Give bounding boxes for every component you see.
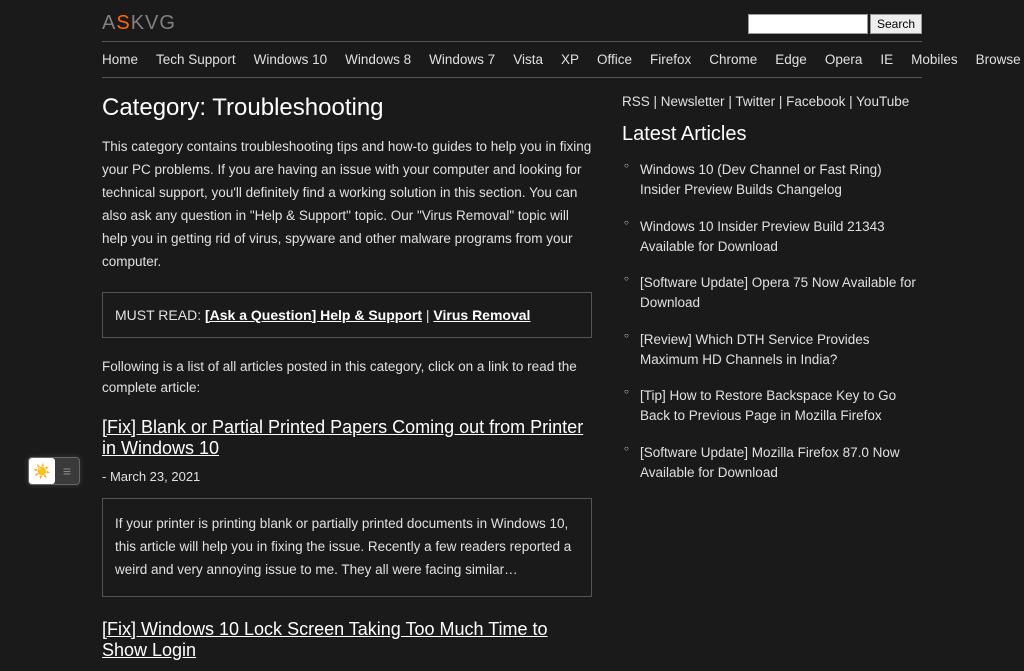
list-item: [Software Update] Opera 75 Now Available… — [622, 273, 922, 314]
nav-item[interactable]: Chrome — [709, 52, 757, 67]
latest-link[interactable]: [Software Update] Opera 75 Now Available… — [640, 275, 916, 310]
latest-list: Windows 10 (Dev Channel or Fast Ring) In… — [622, 160, 922, 483]
article-title: [Fix] Windows 10 Lock Screen Taking Too … — [102, 619, 592, 661]
latest-link[interactable]: [Tip] How to Restore Backspace Key to Go… — [640, 388, 896, 423]
article-excerpt: If your printer is printing blank or par… — [102, 498, 592, 597]
nav-item[interactable]: Mobiles — [911, 52, 958, 67]
feed-link[interactable]: YouTube — [856, 94, 909, 109]
list-item: Windows 10 Insider Preview Build 21343 A… — [622, 217, 922, 258]
nav-item[interactable]: XP — [561, 52, 579, 67]
latest-link[interactable]: [Software Update] Mozilla Firefox 87.0 N… — [640, 445, 900, 480]
nav-item[interactable]: Home — [102, 52, 138, 67]
must-read-label: MUST READ: — [115, 307, 205, 323]
feed-link[interactable]: Newsletter — [661, 94, 725, 109]
list-item: [Software Update] Mozilla Firefox 87.0 N… — [622, 443, 922, 484]
article-date: - March 23, 2021 — [102, 469, 592, 484]
nav-item[interactable]: Edge — [775, 52, 807, 67]
feed-links: RSS | Newsletter | Twitter | Facebook | … — [622, 94, 922, 109]
menu-icon: ≡ — [55, 463, 79, 479]
site-logo[interactable]: ASKVG — [102, 12, 176, 35]
latest-link[interactable]: Windows 10 Insider Preview Build 21343 A… — [640, 219, 885, 254]
nav-item[interactable]: Tech Support — [156, 52, 236, 67]
article-title: [Fix] Blank or Partial Printed Papers Co… — [102, 417, 592, 459]
nav-item[interactable]: Vista — [513, 52, 543, 67]
logo-letter: KVG — [131, 12, 176, 34]
latest-heading: Latest Articles — [622, 123, 922, 146]
feed-link[interactable]: Facebook — [786, 94, 845, 109]
main-nav: Home Tech Support Windows 10 Windows 8 Windo… — [102, 41, 922, 78]
nav-item[interactable]: IE — [880, 52, 893, 67]
virus-removal-link[interactable]: Virus Removal — [433, 307, 530, 323]
latest-link[interactable]: Windows 10 (Dev Channel or Fast Ring) In… — [640, 162, 882, 197]
nav-item[interactable]: Office — [597, 52, 632, 67]
theme-toggle[interactable]: ☀️ ≡ — [28, 457, 80, 485]
nav-item[interactable]: Opera — [825, 52, 863, 67]
page-title: Category: Troubleshooting — [102, 94, 592, 122]
search-form: Search — [748, 14, 922, 34]
nav-item[interactable]: Windows 10 — [254, 52, 328, 67]
list-item: [Review] Which DTH Service Provides Maxi… — [622, 330, 922, 371]
category-description: This category contains troubleshooting t… — [102, 136, 592, 274]
article-link[interactable]: [Fix] Windows 10 Lock Screen Taking Too … — [102, 619, 548, 660]
nav-item[interactable]: Windows 8 — [345, 52, 411, 67]
nav-item[interactable]: Windows 7 — [429, 52, 495, 67]
nav-item[interactable]: Browse Categories — [976, 52, 1024, 67]
search-input[interactable] — [748, 14, 868, 34]
feed-link[interactable]: RSS — [622, 94, 650, 109]
latest-link[interactable]: [Review] Which DTH Service Provides Maxi… — [640, 332, 870, 367]
list-item: Windows 10 (Dev Channel or Fast Ring) In… — [622, 160, 922, 201]
search-button[interactable]: Search — [870, 14, 922, 34]
article-link[interactable]: [Fix] Blank or Partial Printed Papers Co… — [102, 417, 583, 458]
must-read-box: MUST READ: [Ask a Question] Help & Suppo… — [102, 292, 592, 338]
following-text: Following is a list of all articles post… — [102, 356, 592, 399]
nav-item[interactable]: Firefox — [650, 52, 691, 67]
logo-letter: A — [102, 12, 116, 34]
logo-letter: S — [116, 12, 130, 34]
list-item: [Tip] How to Restore Backspace Key to Go… — [622, 386, 922, 427]
sun-icon: ☀️ — [29, 458, 55, 484]
feed-link[interactable]: Twitter — [735, 94, 775, 109]
help-support-link[interactable]: [Ask a Question] Help & Support — [205, 307, 422, 323]
